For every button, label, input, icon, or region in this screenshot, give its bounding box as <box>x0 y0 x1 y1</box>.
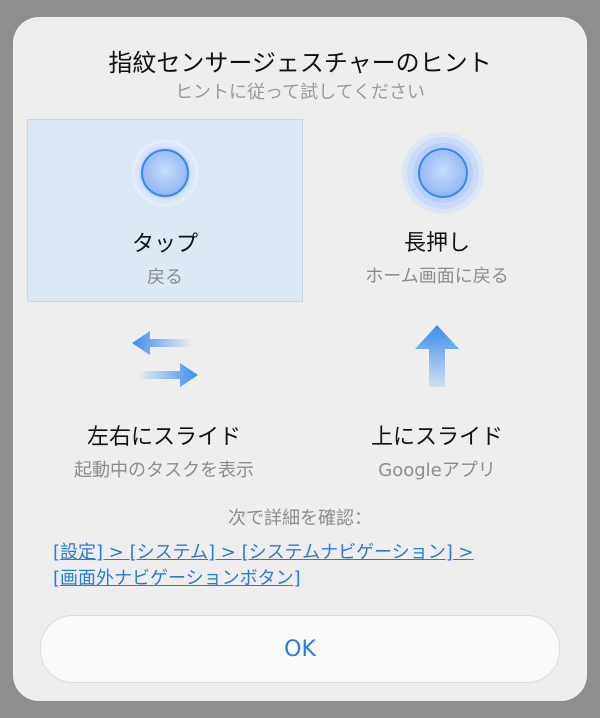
arrow-up-icon <box>415 325 459 391</box>
gesture-hint-dialog: 指紋センサージェスチャーのヒント ヒントに従って試してください タップ 戻る 長… <box>13 17 587 701</box>
gesture-name: 長押し <box>403 231 470 256</box>
more-info-label: 次で詳細を確認： <box>228 508 372 529</box>
settings-path-link[interactable]: [設定] > [システム] > [システムナビゲーション] > <box>53 538 474 564</box>
dialog-title: 指紋センサージェスチャーのヒント <box>108 49 492 77</box>
gesture-description: Googleアプリ <box>378 460 496 481</box>
swap-arrows-icon <box>130 329 200 393</box>
long-press-circle-icon <box>401 131 485 219</box>
ok-button[interactable]: OK <box>40 615 560 683</box>
gesture-name: 左右にスライド <box>86 425 241 450</box>
settings-path-link-continued[interactable]: [画面外ナビゲーションボタン] <box>53 564 301 590</box>
gesture-description: 起動中のタスクを表示 <box>74 460 254 481</box>
gesture-description: ホーム画面に戻る <box>365 266 509 287</box>
gesture-name: タップ <box>131 232 198 257</box>
gesture-tile-swipe-up[interactable]: 上にスライド Googleアプリ <box>300 299 574 481</box>
tap-circle-icon <box>130 138 200 212</box>
gesture-tile-long-press[interactable]: 長押し ホーム画面に戻る <box>300 119 574 300</box>
gesture-tile-tap[interactable]: タップ 戻る <box>27 119 303 302</box>
gesture-tile-swipe-horizontal[interactable]: 左右にスライド 起動中のタスクを表示 <box>27 299 301 481</box>
gesture-description: 戻る <box>147 267 183 288</box>
dialog-subtitle: ヒントに従って試してください <box>174 82 426 103</box>
gesture-name: 上にスライド <box>370 425 503 450</box>
